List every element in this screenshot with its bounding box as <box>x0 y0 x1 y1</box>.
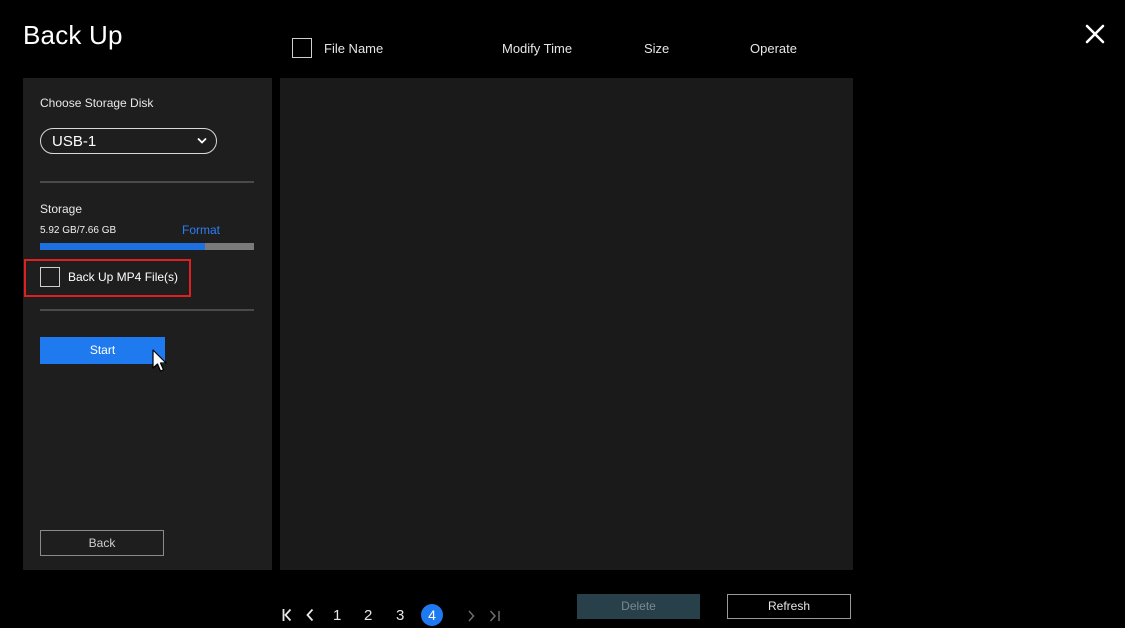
storage-disk-select-value: USB-1 <box>52 133 97 150</box>
format-link[interactable]: Format <box>182 223 220 237</box>
storage-usage-fill <box>40 243 206 250</box>
close-icon <box>1085 24 1105 44</box>
column-header-operate: Operate <box>750 41 797 56</box>
start-button[interactable]: Start <box>40 337 165 364</box>
delete-button[interactable]: Delete <box>577 594 700 619</box>
prev-page-icon[interactable] <box>305 608 315 622</box>
page-button-1[interactable]: 1 <box>333 607 341 624</box>
column-header-modify-time[interactable]: Modify Time <box>502 41 572 56</box>
select-all-checkbox[interactable] <box>292 38 312 58</box>
backup-mp4-label[interactable]: Back Up MP4 File(s) <box>68 270 178 284</box>
storage-label: Storage <box>40 202 83 216</box>
column-header-file-name[interactable]: File Name <box>324 41 383 56</box>
storage-usage-text: 5.92 GB/7.66 GB <box>40 225 117 236</box>
backup-mp4-checkbox[interactable] <box>40 267 60 287</box>
refresh-button[interactable]: Refresh <box>727 594 851 619</box>
back-button[interactable]: Back <box>40 530 164 556</box>
first-page-icon[interactable] <box>282 608 292 622</box>
storage-disk-select[interactable]: USB-1 <box>40 128 217 154</box>
page-button-current[interactable]: 4 <box>421 604 443 626</box>
column-header-size[interactable]: Size <box>644 41 669 56</box>
page-button-2[interactable]: 2 <box>364 607 372 624</box>
divider <box>40 309 254 311</box>
mouse-cursor-icon <box>152 349 167 372</box>
next-page-icon[interactable] <box>467 610 475 622</box>
file-list <box>280 78 853 570</box>
last-page-icon[interactable] <box>489 610 501 622</box>
divider <box>40 181 254 183</box>
close-button[interactable] <box>1083 22 1107 46</box>
page-title: Back Up <box>23 20 123 50</box>
storage-usage-bar <box>40 243 254 250</box>
chevron-down-icon <box>197 137 207 144</box>
choose-storage-disk-label: Choose Storage Disk <box>40 96 154 110</box>
page-button-3[interactable]: 3 <box>396 607 404 624</box>
